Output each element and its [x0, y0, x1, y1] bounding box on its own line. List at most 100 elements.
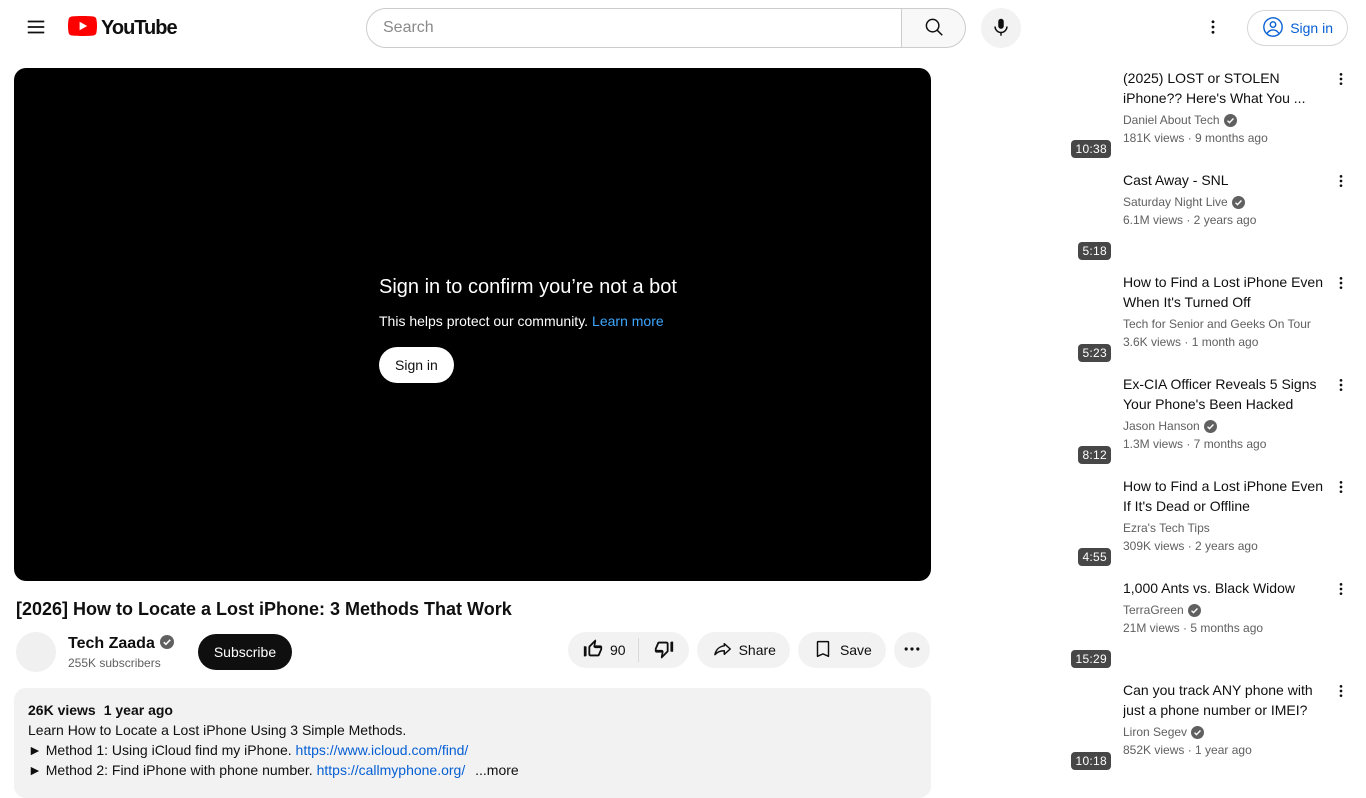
- duration-badge: 10:18: [1071, 752, 1111, 770]
- subscribe-button[interactable]: Subscribe: [197, 634, 293, 670]
- save-label: Save: [839, 642, 872, 658]
- video-info[interactable]: How to Find a Lost iPhone Even If It's D…: [1115, 476, 1329, 570]
- voice-search-button[interactable]: [981, 8, 1021, 48]
- related-video-item[interactable]: 10:18 Can you track ANY phone with just …: [947, 680, 1353, 774]
- show-more-button[interactable]: ...more: [475, 762, 519, 778]
- search-input[interactable]: [366, 8, 902, 48]
- learn-more-link[interactable]: Learn more: [592, 313, 664, 329]
- player-prompt-text: This helps protect our community.: [379, 313, 589, 329]
- player-signin-button[interactable]: Sign in: [379, 347, 454, 383]
- masthead: YouTube Sign in: [0, 0, 1366, 56]
- duration-badge: 8:12: [1078, 446, 1111, 464]
- more-actions-button[interactable]: [893, 632, 930, 668]
- video-title: Cast Away - SNL: [1123, 172, 1229, 188]
- video-meta: 21M views · 5 months ago: [1123, 621, 1264, 635]
- video-options-button[interactable]: [1329, 680, 1353, 774]
- video-title: How to Find a Lost iPhone Even When It's…: [1123, 274, 1324, 310]
- video-thumbnail[interactable]: 5:23: [947, 272, 1115, 366]
- share-button[interactable]: Share: [696, 632, 790, 668]
- video-thumbnail[interactable]: 4:55: [947, 476, 1115, 570]
- related-video-item[interactable]: 15:29 1,000 Ants vs. Black Widow TerraGr…: [947, 578, 1353, 672]
- player-prompt-heading: Sign in to confirm you’re not a bot: [379, 276, 677, 298]
- channel-name: Saturday Night Live: [1123, 195, 1228, 209]
- menu-button[interactable]: [16, 8, 56, 48]
- description-line: ► Method 1: Using iCloud find my iPhone.…: [28, 740, 917, 760]
- dislike-button[interactable]: [639, 632, 689, 668]
- video-title: 1,000 Ants vs. Black Widow: [1123, 580, 1295, 596]
- youtube-logo[interactable]: YouTube: [67, 15, 178, 41]
- kebab-icon: [1333, 682, 1349, 705]
- video-info[interactable]: Ex-CIA Officer Reveals 5 Signs Your Phon…: [1115, 374, 1329, 468]
- video-meta: 309K views · 2 years ago: [1123, 539, 1258, 553]
- video-meta: 3.6K views · 1 month ago: [1123, 335, 1259, 349]
- video-thumbnail[interactable]: 15:29: [947, 578, 1115, 672]
- video-meta: 1.3M views · 7 months ago: [1123, 437, 1267, 451]
- verified-badge-icon: [1191, 725, 1205, 739]
- related-video-item[interactable]: 5:23 How to Find a Lost iPhone Even When…: [947, 272, 1353, 366]
- description-stats: 26K views 1 year ago: [28, 700, 917, 720]
- duration-badge: 4:55: [1078, 548, 1111, 566]
- subscriber-count: 255K subscribers: [68, 655, 161, 670]
- video-meta: 181K views · 9 months ago: [1123, 131, 1268, 145]
- description-link[interactable]: https://www.icloud.com/find/: [296, 742, 469, 758]
- video-page-title: [2026] How to Locate a Lost iPhone: 3 Me…: [16, 599, 512, 619]
- related-video-item[interactable]: 4:55 How to Find a Lost iPhone Even If I…: [947, 476, 1353, 570]
- video-info[interactable]: 1,000 Ants vs. Black Widow TerraGreen 21…: [1115, 578, 1329, 672]
- kebab-icon: [1333, 478, 1349, 501]
- video-info[interactable]: Cast Away - SNL Saturday Night Live 6.1M…: [1115, 170, 1329, 264]
- video-options-button[interactable]: [1329, 68, 1353, 162]
- video-title: How to Find a Lost iPhone Even If It's D…: [1123, 478, 1324, 514]
- share-label: Share: [738, 642, 776, 658]
- description-line: ► Method 2: Find iPhone with phone numbe…: [28, 760, 917, 780]
- channel-avatar[interactable]: [16, 632, 56, 672]
- video-info[interactable]: How to Find a Lost iPhone Even When It's…: [1115, 272, 1329, 366]
- channel-name[interactable]: Tech Zaada: [68, 635, 155, 653]
- video-options-button[interactable]: [1329, 374, 1353, 468]
- person-icon: [1262, 16, 1284, 41]
- bookmark-icon: [812, 638, 834, 663]
- sidebar-video-list: 10:38 (2025) LOST or STOLEN iPhone?? Her…: [947, 68, 1353, 782]
- video-meta: 852K views · 1 year ago: [1123, 743, 1252, 757]
- channel-name: Jason Hanson: [1123, 419, 1200, 433]
- search-button[interactable]: [902, 8, 966, 48]
- description-line: Learn How to Locate a Lost iPhone Using …: [28, 722, 407, 738]
- channel-name: Liron Segev: [1123, 725, 1188, 739]
- video-thumbnail[interactable]: 10:18: [947, 680, 1115, 774]
- related-video-item[interactable]: 5:18 Cast Away - SNL Saturday Night Live…: [947, 170, 1353, 264]
- video-options-button[interactable]: [1329, 272, 1353, 366]
- duration-badge: 5:18: [1078, 242, 1111, 260]
- video-thumbnail[interactable]: 10:38: [947, 68, 1115, 162]
- like-button[interactable]: 90: [568, 632, 638, 668]
- kebab-icon: [1333, 274, 1349, 297]
- verified-badge-icon: [1187, 603, 1201, 617]
- video-options-button[interactable]: [1329, 476, 1353, 570]
- video-title: (2025) LOST or STOLEN iPhone?? Here's Wh…: [1123, 70, 1306, 106]
- video-thumbnail[interactable]: 8:12: [947, 374, 1115, 468]
- mic-icon: [990, 16, 1012, 41]
- description-box[interactable]: 26K views 1 year ago Learn How to Locate …: [14, 688, 931, 798]
- video-info[interactable]: Can you track ANY phone with just a phon…: [1115, 680, 1329, 774]
- related-video-item[interactable]: 8:12 Ex-CIA Officer Reveals 5 Signs Your…: [947, 374, 1353, 468]
- header-settings-menu-button[interactable]: [1193, 10, 1233, 46]
- verified-badge-icon: [159, 634, 174, 654]
- description-link[interactable]: https://callmyphone.org/: [317, 762, 466, 778]
- owner-row: Tech Zaada 255K subscribers Subscribe: [16, 632, 293, 672]
- hamburger-icon: [25, 16, 47, 41]
- kebab-icon: [1333, 172, 1349, 195]
- description-text: ► Method 1: Using iCloud find my iPhone.: [28, 742, 292, 758]
- video-options-button[interactable]: [1329, 578, 1353, 672]
- share-icon: [711, 638, 733, 663]
- youtube-play-icon: [67, 15, 98, 41]
- save-button[interactable]: Save: [797, 632, 886, 668]
- kebab-icon: [1333, 376, 1349, 399]
- video-options-button[interactable]: [1329, 170, 1353, 264]
- header-signin-button[interactable]: Sign in: [1247, 10, 1348, 46]
- video-thumbnail[interactable]: 5:18: [947, 170, 1115, 264]
- ellipsis-icon: [902, 639, 922, 662]
- video-player[interactable]: Sign in to confirm you’re not a bot This…: [14, 68, 931, 581]
- related-video-item[interactable]: 10:38 (2025) LOST or STOLEN iPhone?? Her…: [947, 68, 1353, 162]
- video-info[interactable]: (2025) LOST or STOLEN iPhone?? Here's Wh…: [1115, 68, 1329, 162]
- video-title: Ex-CIA Officer Reveals 5 Signs Your Phon…: [1123, 376, 1317, 412]
- player-prompt-body: This helps protect our community. Learn m…: [379, 313, 677, 329]
- video-title: Can you track ANY phone with just a phon…: [1123, 682, 1313, 718]
